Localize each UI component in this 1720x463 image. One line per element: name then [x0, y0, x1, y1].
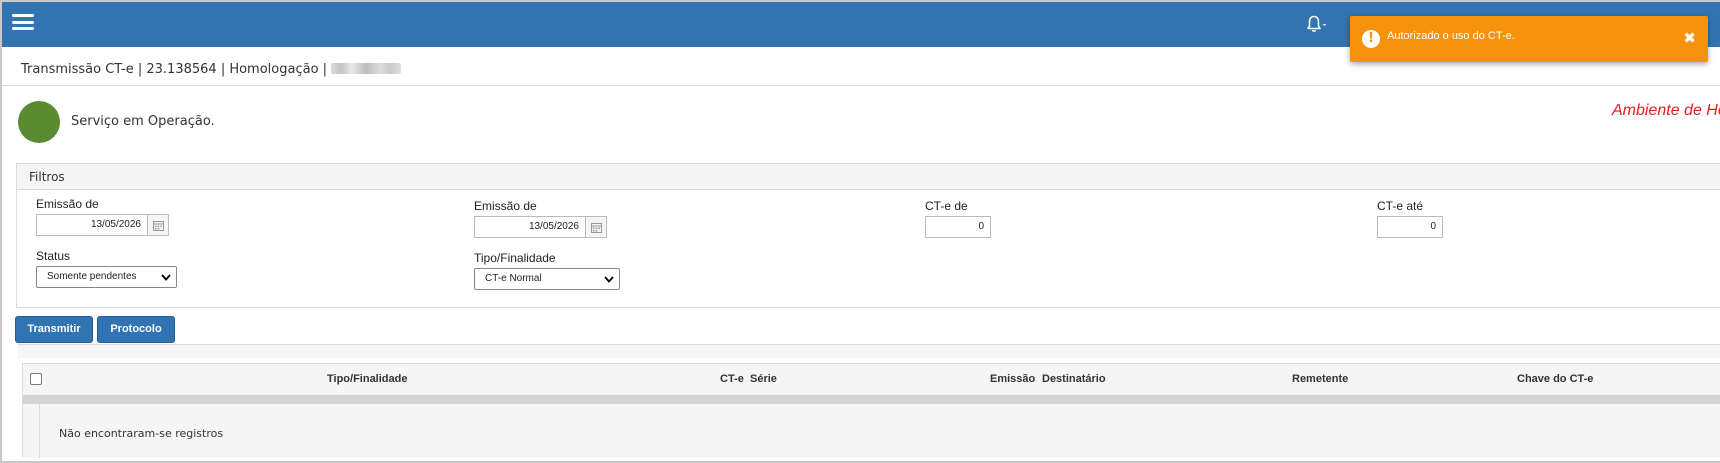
calendar-icon[interactable] — [147, 214, 169, 236]
environment-banner: Ambiente de Ho — [1612, 102, 1720, 119]
cte-de-label: CT-e de — [925, 199, 968, 213]
table-header-divider — [23, 395, 1720, 404]
column-header-serie[interactable]: Série — [750, 373, 777, 385]
tipo-finalidade-selected-value: CT-e Normal — [485, 273, 542, 284]
cte-ate-input[interactable]: 0 — [1377, 216, 1443, 238]
tipo-finalidade-select[interactable]: CT-e Normal — [474, 268, 620, 290]
hamburger-icon[interactable] — [12, 14, 34, 30]
tipo-finalidade-label: Tipo/Finalidade — [474, 251, 556, 265]
table-header: Tipo/Finalidade CT-e Série Emissão Desti… — [23, 364, 1720, 395]
bell-icon[interactable] — [1305, 13, 1329, 35]
empty-table-message: Não encontraram-se registros — [59, 427, 224, 440]
column-header-cte[interactable]: CT-e — [720, 373, 744, 385]
row-divider — [39, 404, 40, 458]
chevron-down-icon — [161, 274, 171, 281]
column-header-destinatario[interactable]: Destinatário — [1042, 373, 1106, 385]
results-table: Tipo/Finalidade CT-e Série Emissão Desti… — [22, 363, 1720, 458]
grid-toolbar — [18, 344, 1720, 358]
close-icon[interactable]: ✖ — [1683, 30, 1696, 46]
transmitir-button[interactable]: Transmitir — [15, 316, 93, 343]
column-header-tipo-finalidade[interactable]: Tipo/Finalidade — [327, 373, 407, 385]
blurred-username — [331, 63, 402, 74]
cte-de-input[interactable]: 0 — [925, 216, 991, 238]
breadcrumb-text: Transmissão CT-e | 23.138564 | Homologaç… — [21, 62, 332, 77]
emissao-de-input[interactable]: 13/05/2026 — [36, 214, 148, 236]
app-frame: ! Autorizado o uso do CT-e. ✖ Transmissã… — [0, 0, 1720, 463]
status-label: Status — [36, 249, 71, 263]
emissao-ate-label: Emissão de — [474, 199, 537, 213]
status-select[interactable]: Somente pendentes — [36, 266, 177, 288]
chevron-down-icon — [604, 276, 614, 283]
emissao-ate-input[interactable]: 13/05/2026 — [474, 216, 586, 238]
service-status-indicator — [18, 101, 60, 143]
column-header-remetente[interactable]: Remetente — [1292, 373, 1348, 385]
column-header-chave-cte[interactable]: Chave do CT-e — [1517, 373, 1593, 385]
notification-toast: ! Autorizado o uso do CT-e. ✖ — [1350, 16, 1708, 62]
exclamation-circle-icon: ! — [1362, 30, 1380, 48]
calendar-icon[interactable] — [585, 216, 607, 238]
status-selected-value: Somente pendentes — [47, 271, 137, 282]
column-header-emissao[interactable]: Emissão — [990, 373, 1035, 385]
header-divider — [2, 85, 1720, 86]
protocolo-button[interactable]: Protocolo — [97, 316, 175, 343]
toast-message: Autorizado o uso do CT-e. — [1387, 30, 1515, 42]
service-status-text: Serviço em Operação. — [71, 114, 215, 129]
select-all-checkbox[interactable] — [30, 373, 42, 385]
cte-ate-label: CT-e até — [1377, 199, 1424, 213]
emissao-de-label: Emissão de — [36, 197, 99, 211]
breadcrumb: Transmissão CT-e | 23.138564 | Homologaç… — [21, 62, 402, 77]
table-body: Não encontraram-se registros — [23, 404, 1720, 458]
filter-panel-title: Filtros — [17, 164, 1720, 190]
filter-panel: Filtros Emissão de 13/05/2026 Emissão de… — [16, 163, 1720, 308]
